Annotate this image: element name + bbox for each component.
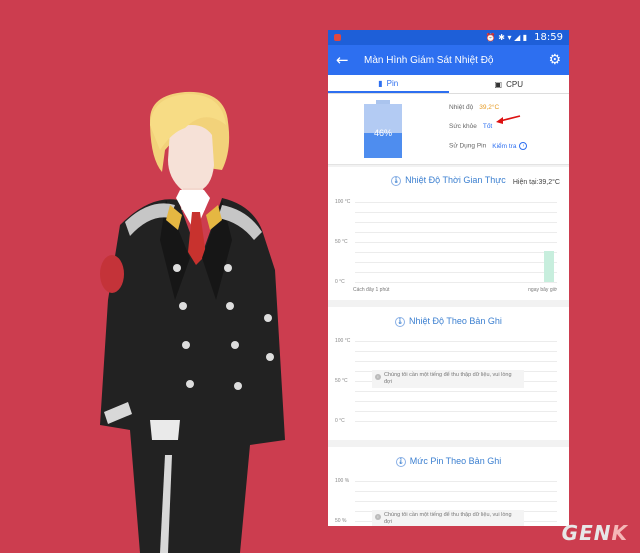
x-label-start: Cách đây 1 phút	[353, 287, 390, 293]
temp-row: Nhiệt độ 39,2°C	[449, 104, 499, 111]
temp-value: 39,2°C	[479, 104, 500, 111]
info-icon: i	[375, 374, 381, 380]
health-label: Sức khỏe	[449, 123, 477, 130]
data-collecting-note: i Chúng tôi cần một tiếng để thu thập dữ …	[372, 370, 524, 388]
y-label-top: 100 °C	[335, 338, 351, 344]
realtime-temp-bar	[544, 250, 554, 282]
back-arrow-icon[interactable]: ←	[336, 51, 354, 69]
battery-icon: ▮	[378, 78, 383, 88]
tab-pin-label: Pin	[386, 78, 399, 88]
battery-percent: 46%	[373, 128, 392, 138]
history-temp-card: 🌡 Nhiệt Độ Theo Bản Ghi 100 °C 50 °C 0 °C…	[328, 307, 569, 440]
history-temp-title: 🌡 Nhiệt Độ Theo Bản Ghi	[328, 316, 569, 327]
note-text: Chúng tôi cần một tiếng để thu thập dữ l…	[384, 512, 512, 525]
battery-body: 46%	[364, 104, 402, 158]
data-collecting-note: i Chúng tôi cần một tiếng để thu thập dữ …	[372, 510, 524, 526]
history-battery-card: 🌡 Mức Pin Theo Bản Ghi 100 % 50 % i Chúng …	[328, 447, 569, 526]
logo-text: GEN	[561, 521, 612, 545]
notification-icon	[334, 34, 341, 41]
character-illustration	[100, 91, 285, 553]
thermometer-icon: 🌡	[395, 317, 406, 327]
info-icon: i	[375, 514, 381, 520]
usage-link[interactable]: Kiểm tra	[492, 143, 516, 150]
y-label-mid: 50 °C	[335, 239, 348, 245]
y-label-bottom: 0 °C	[335, 418, 345, 424]
phone-screen: ⏰ ✱ ▾ ◢ ▮ 18:59 ← Màn Hình Giám Sát Nhiệ…	[328, 30, 569, 526]
app-bar: ← Màn Hình Giám Sát Nhiệt Độ ⚙	[328, 45, 569, 75]
temp-label: Nhiệt độ	[449, 104, 474, 111]
tab-cpu-label: CPU	[506, 79, 523, 89]
health-value: Tốt	[482, 123, 493, 130]
y-label-top: 100 %	[335, 478, 350, 484]
gear-icon[interactable]: ⚙	[548, 52, 561, 68]
status-bar: ⏰ ✱ ▾ ◢ ▮ 18:59	[328, 30, 569, 45]
status-icons: ⏰ ✱ ▾ ◢ ▮ 18:59	[486, 32, 563, 43]
app-title: Màn Hình Giám Sát Nhiệt Độ	[364, 54, 494, 66]
y-label-top: 100 °C	[335, 199, 351, 205]
logo-text-k: K	[611, 521, 628, 545]
history-temp-title-text: Nhiệt Độ Theo Bản Ghi	[409, 316, 502, 326]
history-battery-title: 🌡 Mức Pin Theo Bản Ghi	[328, 456, 569, 467]
battery-card: 46% Nhiệt độ 39,2°C Sức khỏe Tốt Sử Dụng P…	[328, 94, 569, 165]
usage-label: Sử Dụng Pin	[449, 142, 487, 150]
history-battery-title-text: Mức Pin Theo Bản Ghi	[409, 456, 502, 466]
tab-cpu[interactable]: ▣ CPU	[449, 75, 570, 93]
thermometer-icon: 🌡	[395, 457, 406, 467]
battery-gauge: 46%	[364, 100, 402, 158]
y-label-bottom: 0 °C	[335, 279, 345, 285]
current-temp: Hiện tại:39,2°C	[512, 179, 560, 186]
tab-bar: ▮ Pin ▣ CPU	[328, 75, 569, 94]
note-text: Chúng tôi cần một tiếng để thu thập dữ l…	[384, 372, 512, 385]
genk-logo: GENK	[562, 521, 628, 545]
health-row: Sức khỏe Tốt	[449, 123, 492, 130]
x-label-end: ngay bây giờ	[528, 287, 557, 293]
realtime-title-text: Nhiệt Độ Thời Gian Thực	[405, 175, 506, 185]
thermometer-icon: 🌡	[391, 176, 402, 186]
tab-pin[interactable]: ▮ Pin	[328, 75, 449, 93]
red-annotation-arrow-icon	[496, 115, 521, 124]
chip-icon: ▣	[494, 79, 503, 89]
y-label-mid: 50 %	[335, 518, 347, 524]
status-time: 18:59	[534, 32, 563, 43]
usage-row[interactable]: Sử Dụng Pin Kiểm tra ›	[449, 142, 528, 150]
chevron-right-icon[interactable]: ›	[519, 142, 528, 150]
status-icons-text: ⏰ ✱ ▾ ◢ ▮	[485, 33, 528, 42]
realtime-temp-card: 🌡 Nhiệt Độ Thời Gian Thực Hiện tại:39,2°C…	[328, 167, 569, 300]
y-label-mid: 50 °C	[335, 378, 348, 384]
